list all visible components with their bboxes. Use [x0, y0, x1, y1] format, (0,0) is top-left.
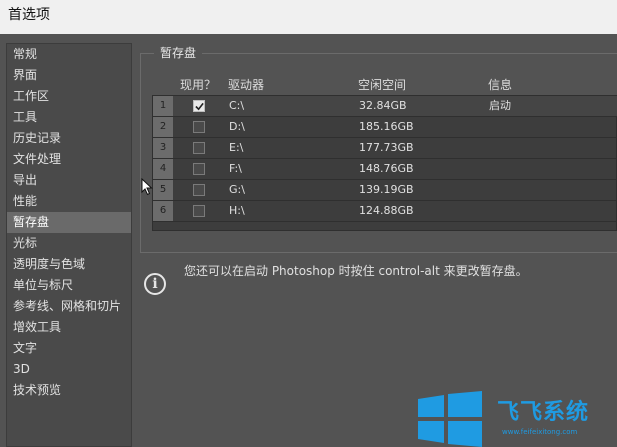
row-number: 6 — [153, 201, 173, 221]
sidebar-item-history-log[interactable]: 历史记录 — [7, 128, 131, 149]
sidebar-item-plugins[interactable]: 增效工具 — [7, 317, 131, 338]
active-checkbox[interactable] — [193, 205, 205, 217]
table-row[interactable]: 1 C:\ 32.84GB 启动 — [153, 96, 617, 117]
column-header-active: 现用？ — [180, 78, 217, 92]
sidebar-item-transparency-gamut[interactable]: 透明度与色域 — [7, 254, 131, 275]
sidebar-item-tools[interactable]: 工具 — [7, 107, 131, 128]
table-row[interactable]: 4 F:\ 148.76GB — [153, 159, 617, 180]
windows-logo-icon — [418, 391, 482, 447]
sidebar-item-workspace[interactable]: 工作区 — [7, 86, 131, 107]
sidebar-item-tech-preview[interactable]: 技术预览 — [7, 380, 131, 401]
drive-cell: E:\ — [229, 141, 244, 154]
column-header-info: 信息 — [488, 78, 513, 92]
active-checkbox[interactable] — [193, 100, 205, 112]
info-message: 您还可以在启动 Photoshop 时按住 control-alt 来更改暂存盘… — [184, 264, 528, 278]
info-cell: 启动 — [489, 99, 511, 112]
sidebar-item-export[interactable]: 导出 — [7, 170, 131, 191]
row-number: 2 — [153, 117, 173, 137]
drive-cell: G:\ — [229, 183, 245, 196]
scratch-disks-table: 1 C:\ 32.84GB 启动 2 D:\ 185.16GB 3 E:\ 17… — [152, 95, 617, 231]
sidebar-item-interface[interactable]: 界面 — [7, 65, 131, 86]
sidebar-item-units-rulers[interactable]: 单位与标尺 — [7, 275, 131, 296]
sidebar-item-guides-grid-slices[interactable]: 参考线、网格和切片 — [7, 296, 131, 317]
table-row[interactable]: 6 H:\ 124.88GB — [153, 201, 617, 222]
row-number: 4 — [153, 159, 173, 179]
free-space-cell: 185.16GB — [359, 120, 414, 133]
sidebar-item-3d[interactable]: 3D — [7, 359, 131, 380]
drive-cell: H:\ — [229, 204, 245, 217]
sidebar-item-performance[interactable]: 性能 — [7, 191, 131, 212]
drive-cell: C:\ — [229, 99, 245, 112]
free-space-cell: 32.84GB — [359, 99, 407, 112]
sidebar-item-general[interactable]: 常规 — [7, 44, 131, 65]
info-icon: i — [144, 273, 166, 295]
row-number: 5 — [153, 180, 173, 200]
free-space-cell: 124.88GB — [359, 204, 414, 217]
active-checkbox[interactable] — [193, 121, 205, 133]
active-checkbox[interactable] — [193, 163, 205, 175]
table-row[interactable]: 3 E:\ 177.73GB — [153, 138, 617, 159]
table-row[interactable]: 5 G:\ 139.19GB — [153, 180, 617, 201]
free-space-cell: 139.19GB — [359, 183, 414, 196]
sidebar-item-cursors[interactable]: 光标 — [7, 233, 131, 254]
drive-cell: F:\ — [229, 162, 242, 175]
free-space-cell: 148.76GB — [359, 162, 414, 175]
active-checkbox[interactable] — [193, 184, 205, 196]
scratch-disks-title: 暂存盘 — [154, 44, 203, 61]
drive-cell: D:\ — [229, 120, 245, 133]
free-space-cell: 177.73GB — [359, 141, 414, 154]
sidebar-item-type[interactable]: 文字 — [7, 338, 131, 359]
table-row[interactable]: 2 D:\ 185.16GB — [153, 117, 617, 138]
window-title: 首选项 — [0, 0, 617, 34]
watermark-url: www.feifeixitong.com — [502, 428, 578, 436]
sidebar-item-scratch-disks[interactable]: 暂存盘 — [7, 212, 131, 233]
active-checkbox[interactable] — [193, 142, 205, 154]
column-header-free-space: 空闲空间 — [358, 78, 407, 92]
checkmark-icon — [195, 102, 204, 111]
column-header-drive: 驱动器 — [228, 78, 265, 92]
row-number: 1 — [153, 96, 173, 116]
row-number: 3 — [153, 138, 173, 158]
watermark-brand: 飞飞系统 — [497, 400, 590, 425]
mouse-cursor-icon — [141, 178, 153, 196]
preferences-sidebar: 常规 界面 工作区 工具 历史记录 文件处理 导出 性能 暂存盘 光标 透明度与… — [6, 43, 132, 447]
sidebar-item-file-handling[interactable]: 文件处理 — [7, 149, 131, 170]
